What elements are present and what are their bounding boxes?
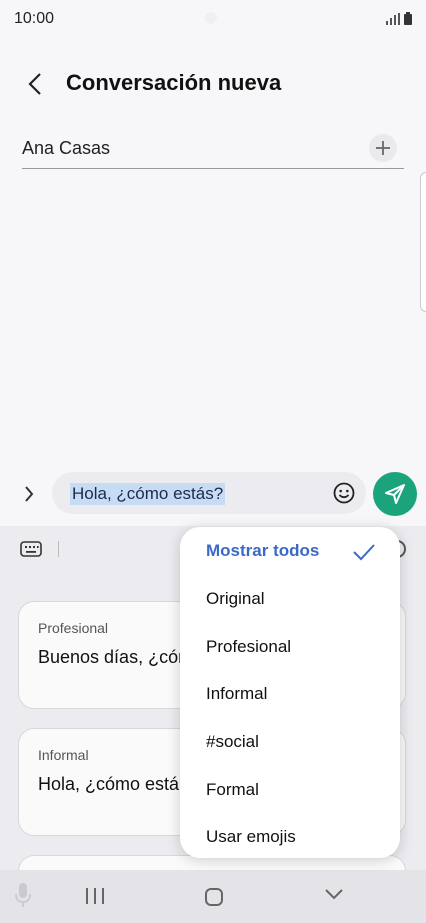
suggestion-card-text: Hola, ¿cómo está (38, 774, 180, 794)
menu-item-formal[interactable]: Formal (206, 780, 259, 800)
add-recipient-button[interactable] (369, 134, 397, 162)
keyboard-toggle[interactable] (20, 540, 42, 558)
menu-item-show-all[interactable]: Mostrar todos (206, 541, 319, 561)
menu-item-original[interactable]: Original (206, 589, 265, 609)
expand-options-button[interactable] (18, 482, 40, 506)
chevron-right-icon (25, 486, 34, 502)
smiley-icon (333, 482, 355, 504)
emoji-button[interactable] (332, 481, 356, 505)
microphone-icon (15, 883, 31, 907)
menu-item-use-emojis[interactable]: Usar emojis (206, 827, 296, 847)
style-dropdown-menu: Mostrar todos Original Profesional Infor… (180, 527, 400, 858)
chevron-down-icon (325, 889, 343, 900)
back-arrow-icon (28, 73, 41, 95)
signal-icon (386, 13, 400, 25)
recent-apps-button[interactable] (86, 888, 104, 904)
recipient-underline (22, 168, 404, 169)
check-icon (353, 544, 375, 561)
toolbar-divider (58, 541, 59, 557)
mic-button[interactable] (14, 882, 32, 913)
status-icons (386, 12, 412, 25)
message-text[interactable]: Hola, ¿cómo estás? (70, 483, 226, 505)
status-time: 10:00 (14, 10, 55, 27)
keyboard-icon (20, 541, 42, 557)
send-button[interactable] (373, 472, 417, 516)
menu-item-professional[interactable]: Profesional (206, 637, 291, 657)
edge-panel-handle[interactable] (420, 172, 426, 312)
suggestion-card-label: Informal (38, 747, 89, 763)
suggestion-card-label: Profesional (38, 620, 109, 636)
menu-item-social[interactable]: #social (206, 732, 259, 752)
page-title: Conversación nueva (66, 70, 282, 95)
recipient-field[interactable]: Ana Casas (22, 138, 110, 159)
battery-icon (404, 12, 412, 25)
send-icon (385, 484, 405, 504)
plus-icon (376, 141, 390, 155)
menu-item-informal[interactable]: Informal (206, 684, 267, 704)
front-camera (205, 12, 217, 24)
suggestion-card-text: Buenos días, ¿cómo (38, 647, 204, 667)
hide-keyboard-button[interactable] (324, 887, 344, 905)
back-button[interactable] (20, 68, 50, 100)
home-button[interactable] (205, 888, 223, 906)
